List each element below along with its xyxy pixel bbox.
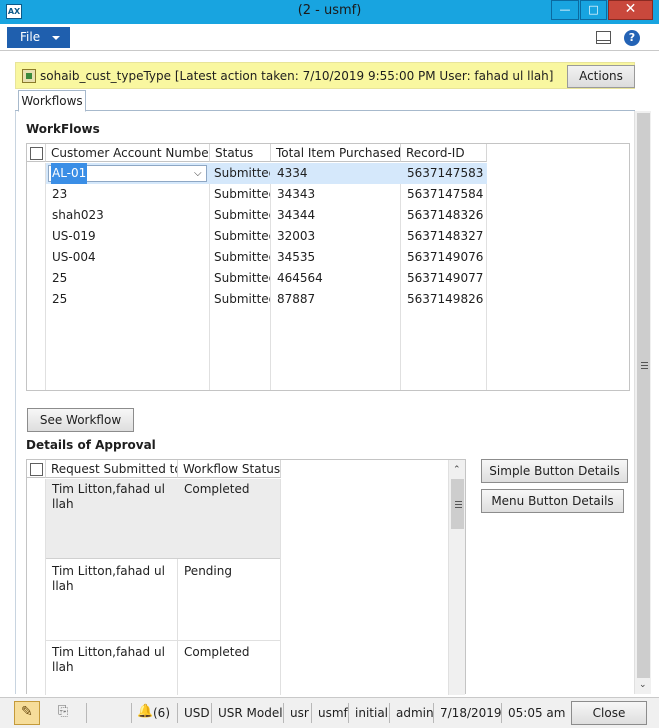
status-bar: ✎ ⎘ 🔔 (6) USD USR Model usr usmf initial… [0,697,659,728]
company-indicator[interactable]: usmf [318,706,348,720]
column-header-customer-account[interactable]: Customer Account Number [46,144,210,162]
window-close-button[interactable]: ✕ [608,0,653,20]
total-items-cell: 34343 [277,187,316,201]
customer-account-cell: US-019 [52,229,96,243]
approval-scroll-thumb[interactable] [451,479,464,529]
title-bar: (2 - usmf) AX — □ ✕ [0,0,659,24]
status-cell: Submitted [214,187,270,201]
record-id-cell: 5637149826 [407,292,484,306]
approval-heading: Details of Approval [26,438,156,452]
menu-bar: File ? [0,24,659,51]
request-submitted-cell: Tim Litton,fahad ul llah [52,645,165,674]
total-items-cell: 32003 [277,229,316,243]
file-menu-label: File [20,30,41,44]
menu-button-details[interactable]: Menu Button Details [481,489,624,513]
bell-icon[interactable]: 🔔 [137,704,153,719]
record-icon [22,69,36,83]
see-workflow-button[interactable]: See Workflow [27,408,134,432]
status-cell: Submitted [214,250,270,264]
customer-account-cell: shah023 [52,208,104,222]
model-indicator: USR Model [218,706,283,720]
column-header-status[interactable]: Status [210,144,271,162]
chevron-down-icon [52,36,60,40]
tab-workflows[interactable]: Workflows [18,90,86,112]
record-id-cell: 5637149076 [407,250,484,264]
layout-icon[interactable] [596,31,611,44]
simple-button-details[interactable]: Simple Button Details [481,459,628,483]
workflow-status-cell: Completed [184,645,250,659]
select-all-checkbox[interactable] [30,463,43,476]
close-button[interactable]: Close [571,701,647,725]
info-bar-text: sohaib_cust_typeType [Latest action take… [40,69,554,83]
total-items-cell: 4334 [277,166,308,180]
approval-grid: Request Submitted to Workflow Status Tim… [26,459,466,695]
edit-mode-button[interactable]: ✎ [14,701,40,725]
file-menu-button[interactable]: File [7,27,70,48]
info-bar: sohaib_cust_typeType [Latest action take… [15,62,635,89]
notification-count[interactable]: (6) [153,706,170,720]
status-cell: Submitted [214,166,270,180]
status-cell: Submitted [214,229,270,243]
pencil-icon: ✎ [21,704,33,720]
attachment-icon[interactable]: ⎘ [58,704,68,719]
workflow-status-cell: Completed [184,482,250,496]
record-id-cell: 5637148326 [407,208,484,222]
app-icon[interactable]: AX [6,4,22,19]
status-cell: Submitted [214,292,270,306]
record-id-cell: 5637147584 [407,187,484,201]
total-items-cell: 34344 [277,208,316,222]
tab-strip: Workflows [15,90,635,112]
workflows-grid: Customer Account Number Status Total Ite… [26,143,630,391]
request-submitted-cell: Tim Litton,fahad ul llah [52,564,165,593]
time-indicator: 05:05 am [508,706,566,720]
total-items-cell: 87887 [277,292,316,306]
record-id-cell: 5637148327 [407,229,484,243]
customer-account-cell: US-004 [52,250,96,264]
page-scroll-thumb[interactable] [637,113,650,678]
layer-indicator: usr [290,706,309,720]
customer-account-value: AL-01 [51,163,88,184]
record-id-cell: 5637149077 [407,271,484,285]
column-header-request-submitted[interactable]: Request Submitted to [46,460,178,478]
minimize-button[interactable]: — [551,0,579,20]
select-all-checkbox[interactable] [30,147,43,160]
column-header-record-id[interactable]: Record-ID [401,144,487,162]
maximize-button[interactable]: □ [580,0,607,20]
total-items-cell: 464564 [277,271,323,285]
request-submitted-cell: Tim Litton,fahad ul llah [52,482,165,511]
workflow-status-cell: Pending [184,564,232,578]
total-items-cell: 34535 [277,250,316,264]
customer-account-cell: 25 [52,271,68,285]
column-header-workflow-status[interactable]: Workflow Status [178,460,281,478]
approval-scrollbar[interactable]: ⌃ [448,460,465,695]
actions-button[interactable]: Actions [567,65,635,88]
customer-account-select[interactable]: AL-01 ⌵ [46,163,209,184]
scroll-down-icon[interactable]: ⌄ [639,680,647,690]
page-scrollbar[interactable]: ⌄ [634,111,651,694]
currency-indicator: USD [184,706,210,720]
status-cell: Submitted [214,208,270,222]
scroll-up-icon[interactable]: ⌃ [453,465,461,475]
workflows-heading: WorkFlows [26,122,100,136]
partition-indicator: initial [355,706,388,720]
date-indicator: 7/18/2019 [440,706,502,720]
column-header-total-items[interactable]: Total Item Purchased [271,144,401,162]
status-cell: Submitted [214,271,270,285]
customer-account-cell: 23 [52,187,68,201]
chevron-down-icon[interactable]: ⌵ [194,163,202,184]
record-id-cell: 5637147583 [407,166,484,180]
help-icon[interactable]: ? [624,30,640,46]
customer-account-cell: 25 [52,292,68,306]
user-indicator: admin [396,706,434,720]
